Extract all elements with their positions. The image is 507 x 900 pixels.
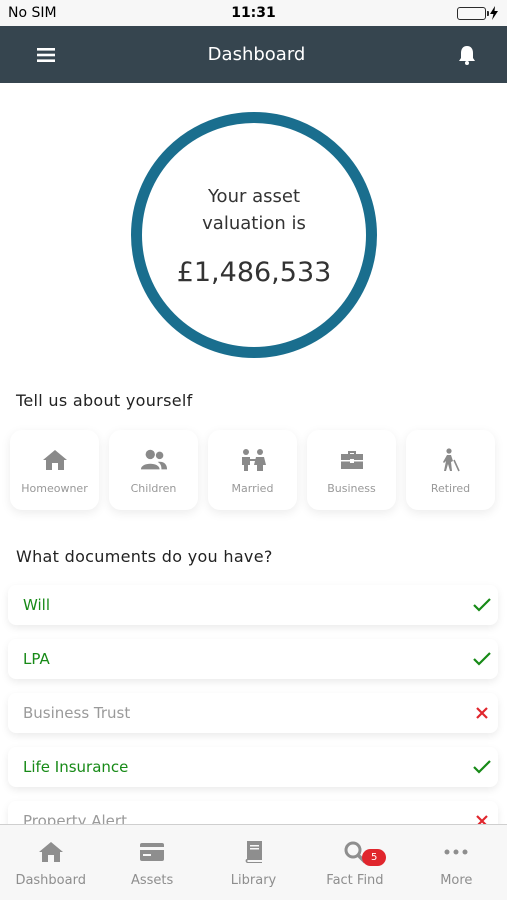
check-icon — [472, 649, 492, 669]
tab-fact-find[interactable]: 5 Fact Find — [304, 825, 405, 900]
check-icon — [472, 757, 492, 777]
users-icon — [140, 446, 168, 474]
walking-cane-icon — [437, 446, 465, 474]
valuation-amount: £1,486,533 — [176, 256, 332, 288]
asset-valuation-ring[interactable]: Your asset valuation is £1,486,533 — [131, 112, 377, 358]
situation-options: Homeowner Children Married Business Reti… — [10, 430, 500, 510]
document-name: Life Insurance — [23, 758, 129, 776]
document-row-lpa[interactable]: LPA — [8, 639, 498, 679]
bell-icon[interactable] — [455, 43, 479, 67]
document-row-life-insurance[interactable]: Life Insurance — [8, 747, 498, 787]
situation-children[interactable]: Children — [109, 430, 198, 510]
card-icon — [138, 839, 166, 865]
tab-more[interactable]: More — [406, 825, 507, 900]
charging-bolt-icon — [490, 6, 498, 20]
situation-label: Homeowner — [21, 481, 88, 495]
status-bar: No SIM 11:31 — [0, 0, 507, 26]
more-icon — [442, 839, 470, 865]
tab-dashboard[interactable]: Dashboard — [0, 825, 101, 900]
situation-label: Married — [231, 481, 274, 495]
battery-indicator — [359, 6, 499, 20]
cross-icon — [472, 703, 492, 723]
situation-business[interactable]: Business — [307, 430, 396, 510]
situation-homeowner[interactable]: Homeowner — [10, 430, 99, 510]
situation-section-title: Tell us about yourself — [16, 391, 193, 410]
page-title: Dashboard — [207, 44, 306, 65]
notification-badge: 5 — [362, 849, 387, 866]
documents-section-title: What documents do you have? — [16, 547, 273, 566]
tab-label: Assets — [130, 873, 174, 888]
app-header: Dashboard — [0, 26, 507, 83]
document-name: LPA — [23, 650, 50, 668]
documents-list: Will LPA Business Trust Life Insurance P… — [8, 585, 498, 855]
document-row-will[interactable]: Will — [8, 585, 498, 625]
valuation-circle: Your asset valuation is £1,486,533 — [131, 112, 377, 358]
situation-label: Children — [130, 481, 177, 495]
situation-married[interactable]: Married — [208, 430, 297, 510]
situation-retired[interactable]: Retired — [406, 430, 495, 510]
tab-label: Library — [230, 873, 277, 888]
document-name: Business Trust — [23, 704, 131, 722]
couple-icon — [239, 446, 267, 474]
briefcase-icon — [338, 446, 366, 474]
tab-label: More — [440, 873, 473, 888]
situation-label: Retired — [430, 481, 471, 495]
valuation-label: Your asset valuation is — [202, 185, 306, 234]
situation-label: Business — [327, 481, 376, 495]
carrier-label: No SIM — [8, 5, 57, 21]
home-icon — [41, 446, 69, 474]
tab-library[interactable]: Library — [203, 825, 304, 900]
hamburger-icon[interactable] — [34, 43, 58, 67]
document-name: Will — [23, 596, 51, 614]
bottom-tab-bar: Dashboard Assets Library 5 Fact Find Mor… — [0, 824, 507, 900]
clock: 11:31 — [231, 5, 276, 21]
battery-icon — [457, 6, 489, 20]
home-icon — [37, 839, 65, 865]
tab-label: Dashboard — [15, 873, 86, 888]
book-icon — [240, 839, 268, 865]
check-icon — [472, 595, 492, 615]
document-row-business-trust[interactable]: Business Trust — [8, 693, 498, 733]
tab-label: Fact Find — [326, 873, 384, 888]
tab-assets[interactable]: Assets — [101, 825, 202, 900]
